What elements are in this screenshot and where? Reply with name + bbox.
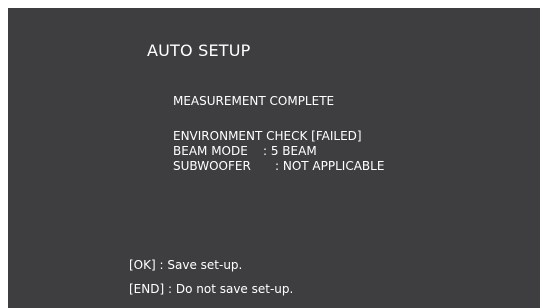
subwoofer-label: SUBWOOFER (173, 159, 251, 173)
ok-key-label: [OK] : (129, 258, 164, 272)
beam-mode-value: : 5 BEAM (263, 144, 317, 158)
subwoofer-value: : NOT APPLICABLE (275, 159, 385, 173)
end-option-text: Do not save set-up. (175, 282, 294, 296)
auto-setup-screen: AUTO SETUP MEASUREMENT COMPLETE ENVIRONM… (8, 8, 540, 308)
page-title: AUTO SETUP (147, 41, 251, 60)
ok-option[interactable]: [OK] : Save set-up. (129, 258, 242, 272)
environment-check-row: ENVIRONMENT CHECK [FAILED] (173, 129, 362, 143)
subwoofer-row: SUBWOOFER : NOT APPLICABLE (173, 159, 384, 174)
ok-option-text: Save set-up. (167, 258, 243, 272)
beam-mode-label: BEAM MODE (173, 144, 248, 158)
results-block: ENVIRONMENT CHECK [FAILED] BEAM MODE : 5 … (173, 129, 384, 174)
end-option[interactable]: [END] : Do not save set-up. (129, 282, 293, 296)
end-key-label: [END] : (129, 282, 173, 296)
measurement-status: MEASUREMENT COMPLETE (173, 94, 335, 108)
beam-mode-row: BEAM MODE : 5 BEAM (173, 144, 384, 159)
